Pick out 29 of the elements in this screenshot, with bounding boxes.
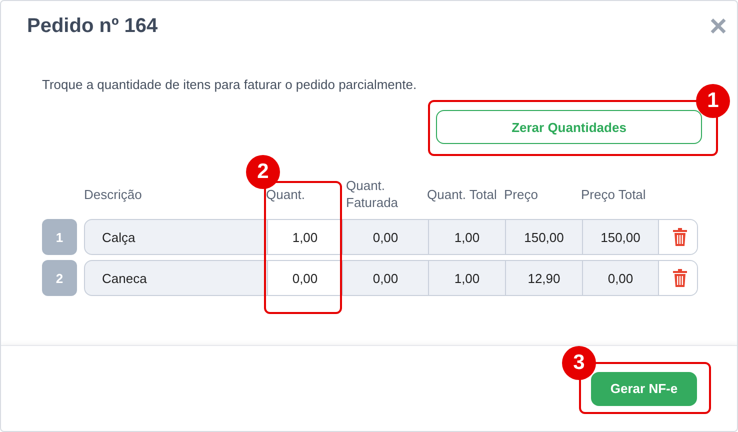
instruction-text: Troque a quantidade de itens para faturar o pedido parcialmente.	[42, 77, 418, 92]
dialog-title: Pedido nº 164	[27, 15, 158, 38]
quantity-input[interactable]: 0,00	[267, 261, 342, 295]
column-header: Quant. Total	[427, 186, 498, 202]
delete-button[interactable]	[658, 261, 697, 295]
step-badge: 2	[246, 155, 280, 189]
close-button[interactable]: ×	[709, 17, 727, 37]
trash-icon	[672, 269, 686, 287]
table-cell: 1,00	[428, 220, 505, 254]
generate-invoice-button[interactable]: Gerar NF-e	[591, 372, 697, 406]
reset-quantities-button[interactable]: Zerar Quantidades	[436, 110, 702, 144]
column-header: Preço Total	[581, 186, 647, 202]
table-cell: 1,00	[428, 261, 505, 295]
delete-button[interactable]	[658, 220, 697, 254]
step-badge: 1	[696, 84, 730, 118]
table-cell: 150,00	[505, 220, 582, 254]
trash-icon	[672, 228, 686, 246]
table-cell-text: Caneca	[101, 270, 148, 288]
table-cell: 0,00	[342, 220, 428, 254]
step-badge: 3	[562, 346, 596, 380]
table-cell: 0,00	[342, 261, 428, 295]
row-number: 2	[42, 260, 77, 296]
table-cell: 12,90	[505, 261, 582, 295]
column-header: Preço	[504, 186, 539, 202]
quantity-input[interactable]: 1,00	[267, 220, 342, 254]
table-cell-text: Calça	[101, 228, 136, 247]
column-header: Descrição	[84, 186, 143, 202]
row-number: 1	[42, 219, 77, 255]
column-header: Quant. Faturada	[345, 177, 400, 211]
